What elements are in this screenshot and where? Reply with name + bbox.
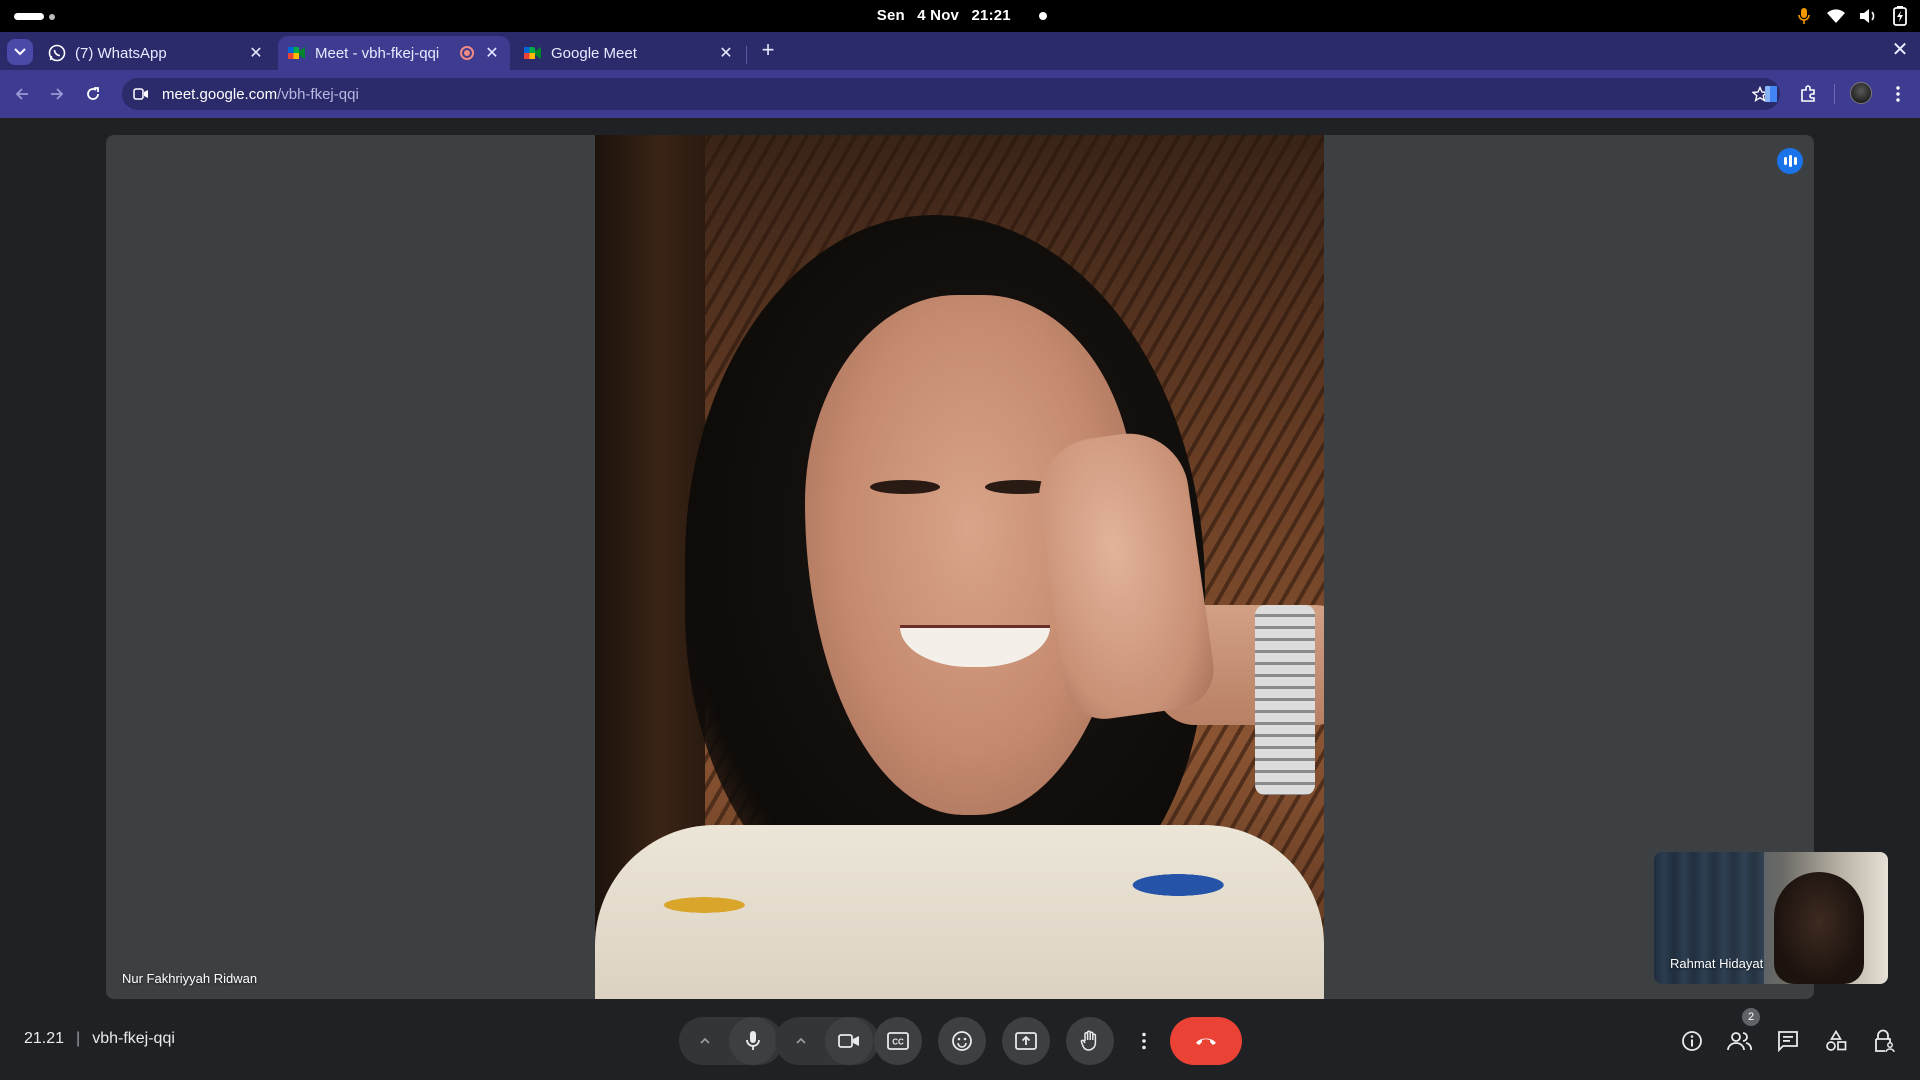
google-meet-icon	[524, 44, 542, 62]
chevron-up-icon	[700, 1038, 710, 1044]
people-icon	[1727, 1032, 1752, 1051]
microphone-in-use-icon	[1794, 6, 1814, 26]
microphone-button[interactable]	[729, 1017, 777, 1065]
tab-title: (7) WhatsApp	[75, 44, 167, 62]
video-settings-button[interactable]	[781, 1017, 821, 1065]
participant-count-badge: 2	[1742, 1008, 1760, 1026]
reload-button[interactable]	[81, 82, 105, 106]
tab-whatsapp[interactable]: (7) WhatsApp ✕	[38, 36, 274, 70]
self-participant-name: Rahmat Hidayat	[1670, 956, 1764, 971]
hang-up-phone-icon	[1196, 1038, 1216, 1045]
battery-icon	[1890, 6, 1910, 26]
system-top-bar: Sen 4 Nov 21:21	[0, 0, 1920, 32]
meeting-details-button[interactable]	[1678, 1027, 1706, 1055]
new-tab-button[interactable]: +	[758, 39, 778, 61]
close-tab-icon[interactable]: ✕	[484, 45, 500, 62]
microphone-icon	[746, 1031, 760, 1050]
site-camera-icon[interactable]	[130, 83, 152, 105]
closed-captions-icon: CC	[887, 1032, 909, 1050]
main-participant-name: Nur Fakhriyyah Ridwan	[122, 971, 258, 986]
url-host: meet.google.com	[162, 85, 278, 103]
system-clock[interactable]: Sen 4 Nov 21:21	[0, 7, 1920, 24]
tab-title: Google Meet	[551, 44, 637, 62]
wifi-icon	[1826, 6, 1846, 26]
info-icon	[1682, 1031, 1702, 1051]
notification-dot-icon	[1039, 12, 1048, 21]
captions-button[interactable]: CC	[874, 1017, 922, 1065]
speaking-indicator-icon	[1777, 148, 1803, 174]
tab-separator	[746, 46, 747, 64]
toolbar-separator	[1834, 84, 1835, 104]
whatsapp-icon	[48, 44, 66, 62]
forward-button[interactable]	[45, 82, 69, 106]
microphone-control-group	[679, 1017, 783, 1065]
more-vert-icon	[1142, 1032, 1146, 1050]
profile-avatar[interactable]	[1850, 82, 1872, 104]
browser-menu-kebab-icon[interactable]	[1886, 82, 1910, 106]
video-person-eye	[870, 480, 940, 494]
meet-control-bar: 21.21 | vbh-fkej-qqi CC 2	[0, 1000, 1920, 1080]
tab-title: Meet - vbh-fkej-qqi	[315, 44, 440, 62]
self-view-tile[interactable]: Rahmat Hidayat	[1654, 852, 1888, 984]
close-tab-icon[interactable]: ✕	[248, 45, 264, 62]
tab-search-button[interactable]	[7, 39, 33, 65]
back-button[interactable]	[10, 82, 34, 106]
reactions-button[interactable]	[938, 1017, 986, 1065]
lock-person-icon	[1875, 1029, 1895, 1053]
chevron-up-icon	[796, 1038, 806, 1044]
tab-meet-call[interactable]: Meet - vbh-fkej-qqi ✕	[278, 36, 510, 70]
meeting-code: vbh-fkej-qqi	[92, 1030, 175, 1047]
raise-hand-button[interactable]	[1066, 1017, 1114, 1065]
more-options-button[interactable]	[1124, 1017, 1164, 1065]
arrow-left-icon	[15, 88, 28, 100]
shapes-activities-icon	[1826, 1030, 1847, 1051]
host-controls-button[interactable]	[1870, 1027, 1898, 1055]
browser-toolbar: meet.google.com/vbh-fkej-qqi	[0, 70, 1920, 118]
svg-text:CC: CC	[892, 1038, 904, 1047]
meeting-clock: 21.21	[24, 1030, 65, 1047]
video-person-shirt	[595, 825, 1324, 999]
audio-settings-button[interactable]	[685, 1017, 725, 1065]
leave-call-button[interactable]	[1170, 1017, 1242, 1065]
volume-icon	[1858, 6, 1878, 26]
chat-button[interactable]	[1774, 1027, 1802, 1055]
activities-button[interactable]	[1822, 1027, 1850, 1055]
camera-control-group	[775, 1017, 879, 1065]
address-bar[interactable]: meet.google.com/vbh-fkej-qqi	[122, 78, 1780, 110]
url-path: /vbh-fkej-qqi	[277, 85, 359, 103]
arrow-right-icon	[51, 88, 64, 100]
emoji-smile-icon	[952, 1031, 972, 1051]
meet-video-stage: Nur Fakhriyyah Ridwan	[106, 135, 1814, 999]
chevron-down-icon	[14, 48, 26, 56]
recording-indicator-icon	[460, 46, 474, 60]
reload-icon	[87, 87, 99, 100]
tab-google-meet[interactable]: Google Meet ✕	[514, 36, 744, 70]
window-close-button[interactable]: ✕	[1890, 40, 1910, 60]
chat-icon	[1778, 1031, 1798, 1052]
camera-button[interactable]	[825, 1017, 873, 1065]
google-meet-icon	[288, 44, 306, 62]
clock-time: 21:21	[971, 7, 1011, 24]
video-person-watch	[1255, 605, 1315, 795]
present-screen-icon	[1015, 1032, 1037, 1050]
system-tray[interactable]	[1794, 6, 1910, 26]
close-tab-icon[interactable]: ✕	[718, 45, 734, 62]
raise-hand-icon	[1080, 1030, 1097, 1051]
browser-tab-strip: (7) WhatsApp ✕ Meet - vbh-fkej-qqi ✕ Goo…	[0, 32, 1920, 70]
self-video-person	[1774, 872, 1864, 984]
clock-date: 4 Nov	[917, 7, 960, 24]
people-button[interactable]	[1726, 1027, 1754, 1055]
video-camera-icon	[838, 1034, 859, 1048]
main-participant-video[interactable]	[595, 135, 1324, 999]
meeting-details: 21.21 | vbh-fkej-qqi	[24, 1030, 175, 1048]
clock-day: Sen	[876, 7, 905, 24]
present-screen-button[interactable]	[1002, 1017, 1050, 1065]
meeting-info-separator: |	[76, 1030, 81, 1047]
extension-docs-icon[interactable]	[1759, 82, 1783, 106]
extensions-puzzle-icon[interactable]	[1796, 82, 1820, 106]
